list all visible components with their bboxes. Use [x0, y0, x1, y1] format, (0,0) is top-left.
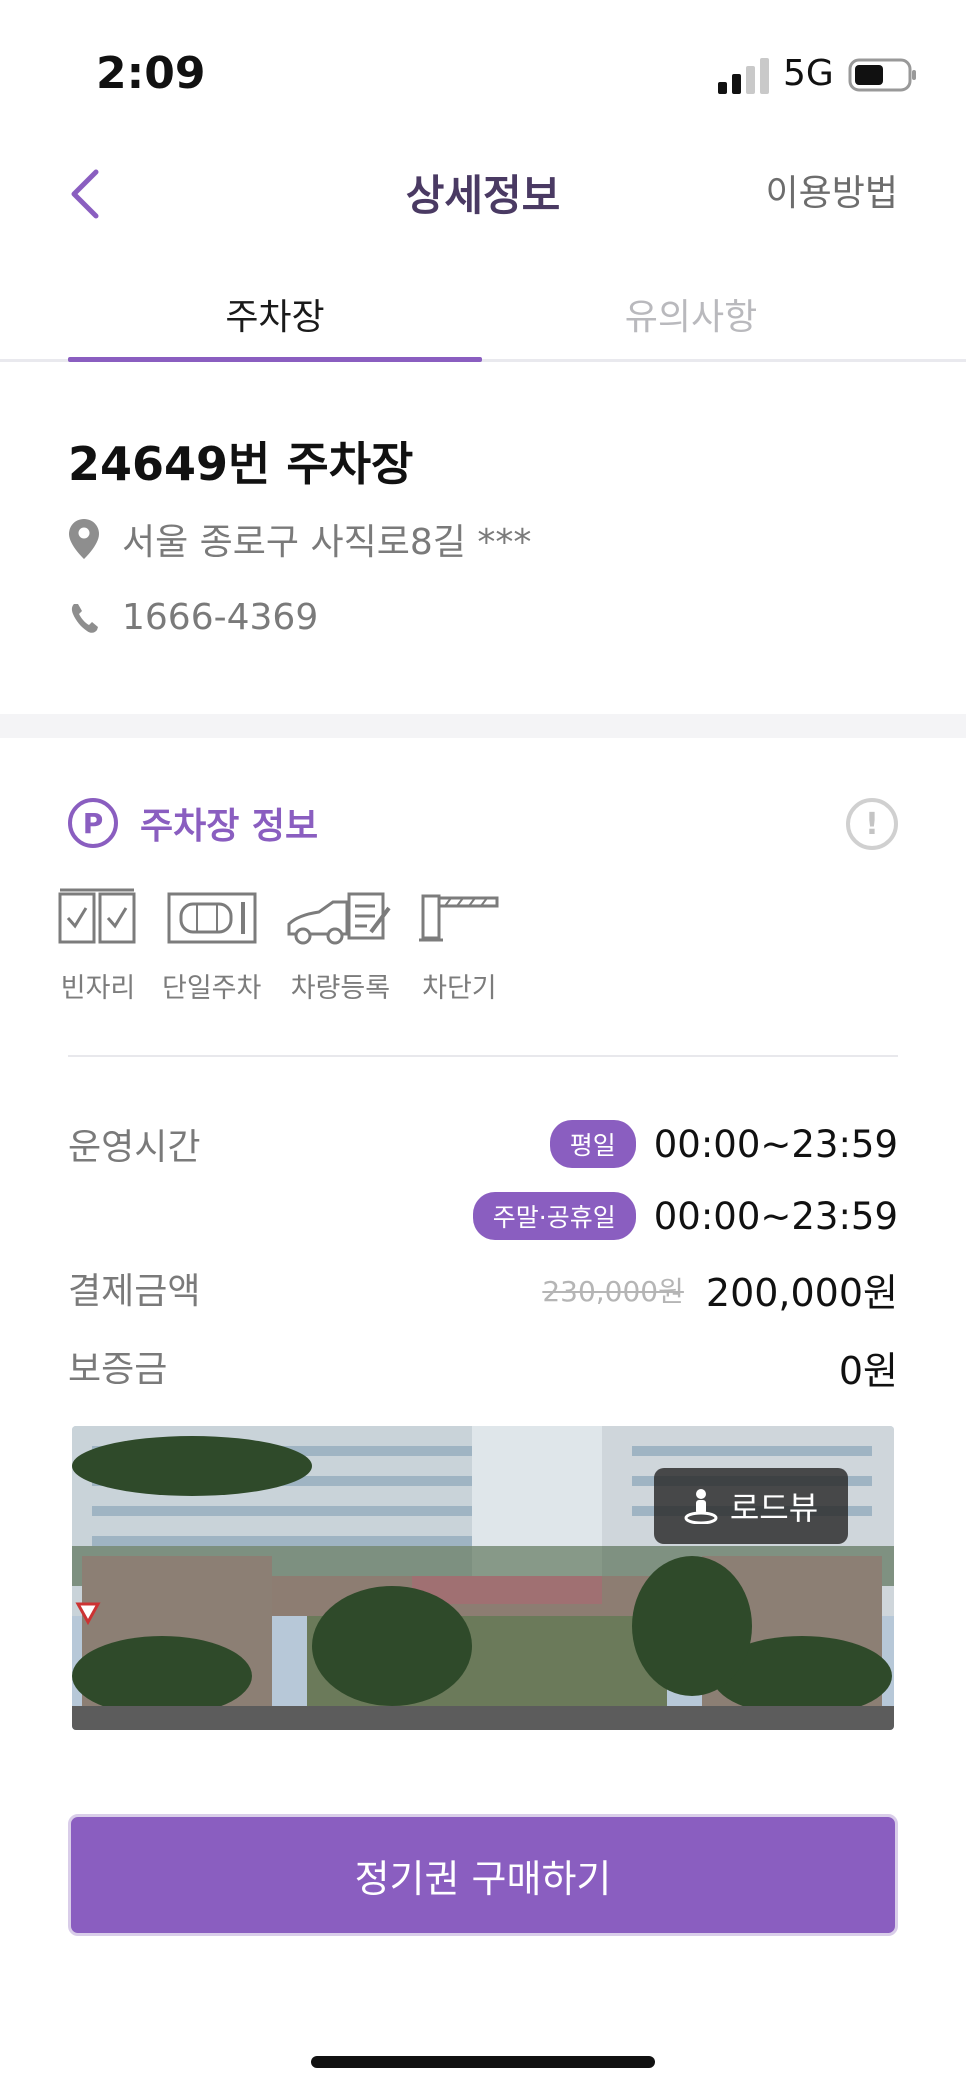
weekend-badge: 주말·공휴일	[472, 1192, 636, 1240]
weekday-badge: 평일	[549, 1120, 636, 1168]
help-link[interactable]: 이용방법	[766, 164, 898, 216]
weekend-hours-row: 주말·공휴일 00:00~23:59	[472, 1192, 898, 1240]
feature-registration: 차량등록	[285, 888, 395, 1005]
network-type: 5G	[783, 53, 834, 94]
home-indicator	[311, 2056, 655, 2068]
roadview-button[interactable]: 로드뷰	[654, 1468, 848, 1544]
payment-label: 결제금액	[68, 1271, 201, 1312]
phone-number[interactable]: 1666-4369	[122, 597, 318, 638]
feature-list: 빈자리 단일주차 차량등록 차단기	[58, 888, 523, 1005]
section-title: 주차장 정보	[140, 806, 319, 847]
location-pin-icon	[69, 519, 99, 559]
weekday-hours-row: 평일 00:00~23:59	[549, 1120, 898, 1168]
feature-label: 차량등록	[290, 973, 391, 1004]
price: 200,000원	[705, 1271, 898, 1315]
status-time: 2:09	[96, 48, 206, 99]
tab-notes[interactable]: 유의사항	[484, 288, 898, 340]
barrier-gate-icon	[419, 894, 499, 942]
lot-name: 24649번 주차장	[68, 437, 414, 491]
feature-barrier: 차단기	[419, 888, 499, 1005]
feature-single-parking: 단일주차	[162, 888, 261, 1005]
divider-line	[68, 1055, 898, 1057]
info-alert-icon[interactable]: !	[846, 798, 898, 850]
original-price: 230,000원	[542, 1274, 684, 1308]
tab-bar: 주차장 유의사항	[0, 270, 966, 362]
tab-parking-lot[interactable]: 주차장	[68, 288, 482, 340]
deposit-amount: 0원	[838, 1349, 898, 1393]
signal-icon	[718, 58, 769, 94]
feature-vacancy: 빈자리	[58, 888, 138, 1005]
checkbox-grid-icon	[58, 888, 136, 944]
deposit-label: 보증금	[68, 1349, 168, 1390]
hours-label: 운영시간	[68, 1127, 201, 1168]
weekday-hours: 00:00~23:59	[653, 1122, 898, 1166]
parking-info-header: P 주차장 정보	[68, 796, 318, 850]
car-registration-icon	[287, 892, 391, 945]
single-parking-icon	[167, 892, 257, 944]
battery-icon	[848, 58, 916, 92]
phone-icon	[71, 604, 98, 633]
tab-indicator	[68, 357, 482, 362]
weekend-hours: 00:00~23:59	[653, 1194, 898, 1238]
status-bar: 2:09 5G	[0, 0, 966, 150]
buy-pass-button[interactable]: 정기권 구매하기	[68, 1814, 898, 1936]
parking-p-icon: P	[68, 798, 118, 848]
payment-row: 230,000원 200,000원	[542, 1262, 898, 1317]
address-row: 서울 종로구 사직로8길 ***	[68, 514, 531, 564]
roadview-label: 로드뷰	[729, 1489, 819, 1527]
section-divider	[0, 714, 966, 738]
feature-label: 차단기	[422, 973, 497, 1004]
feature-label: 빈자리	[60, 973, 136, 1004]
person-pin-icon	[684, 1489, 718, 1524]
phone-row[interactable]: 1666-4369	[68, 592, 318, 642]
nav-header: 상세정보 이용방법	[0, 140, 966, 240]
deposit-row: 0원	[839, 1340, 898, 1395]
feature-label: 단일주차	[162, 973, 262, 1004]
address-text: 서울 종로구 사직로8길 ***	[122, 522, 532, 563]
